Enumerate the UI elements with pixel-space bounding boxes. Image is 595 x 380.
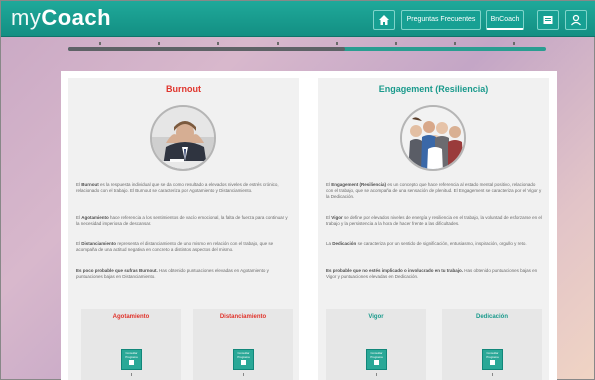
- distanciamiento-program-button[interactable]: Consultar Programa: [233, 349, 254, 370]
- stressed-worker-photo: [150, 105, 216, 171]
- program-icon: [374, 360, 379, 365]
- burnout-title: Burnout: [166, 84, 201, 94]
- program-button-label: Consultar Programa: [125, 351, 138, 359]
- brand-part2: Coach: [41, 5, 112, 30]
- burnout-tab[interactable]: BnCoach: [486, 10, 524, 30]
- dedicacion-paragraph: La Dedicación se caracteriza por un sent…: [326, 241, 527, 246]
- progress-bar: [68, 47, 546, 51]
- brand-part1: my: [11, 5, 42, 30]
- card-divider: [131, 373, 132, 376]
- progress-tick: [454, 42, 456, 45]
- card-divider: [376, 373, 377, 376]
- progress-tick: [99, 42, 101, 45]
- vigor-program-button[interactable]: Consultar Programa: [366, 349, 387, 370]
- progress-tick: [217, 42, 219, 45]
- engagement-result: Es probable que no estés implicado o inv…: [326, 268, 538, 279]
- user-icon: [571, 14, 581, 26]
- dedicacion-card-title: Dedicación: [475, 314, 508, 320]
- vigor-paragraph: El Vigor se define por elevados niveles …: [326, 215, 542, 226]
- dedicacion-program-button[interactable]: Consultar Programa: [482, 349, 503, 370]
- distanciamiento-card-title: Distanciamiento: [219, 314, 267, 320]
- engagement-column: Engagement (Resiliencia) El Engagement (…: [318, 78, 549, 380]
- progress-tick: [513, 42, 515, 45]
- program-icon: [129, 360, 134, 365]
- app-logo[interactable]: myCoach: [11, 5, 111, 31]
- inbox-icon: [543, 16, 553, 24]
- agotamiento-program-button[interactable]: Consultar Programa: [121, 349, 142, 370]
- progress-tick: [158, 42, 160, 45]
- program-button-label: Consultar Programa: [370, 351, 383, 359]
- distanciamiento-paragraph: El Distanciamiento representa el distanc…: [76, 241, 274, 252]
- progress-fill: [68, 47, 346, 51]
- card-divider: [492, 373, 493, 376]
- burnout-result: Es poco probable que sufras Burnout. Has…: [76, 268, 269, 279]
- agotamiento-card-title: Agotamiento: [112, 314, 150, 320]
- vigor-card: Vigor Consultar Programa: [326, 309, 426, 380]
- program-icon: [490, 360, 495, 365]
- home-icon: [379, 15, 389, 25]
- vigor-card-title: Vigor: [368, 314, 384, 320]
- results-panel: Burnout El Burnout es la respuesta indiv…: [61, 71, 557, 380]
- distanciamiento-card: Distanciamiento Consultar Programa: [193, 309, 293, 380]
- user-button[interactable]: [565, 10, 587, 30]
- progress-tick: [395, 42, 397, 45]
- faq-button[interactable]: Preguntas Frecuentes: [401, 10, 481, 30]
- engagement-intro: El Engagement (Resiliencia) es un concep…: [326, 182, 542, 199]
- team-photo: [400, 105, 466, 171]
- dedicacion-card: Dedicación Consultar Programa: [442, 309, 542, 380]
- card-divider: [243, 373, 244, 376]
- progress-tick: [277, 42, 279, 45]
- program-button-label: Consultar Programa: [237, 351, 250, 359]
- burnout-intro: El Burnout es la respuesta individual qu…: [76, 182, 279, 193]
- engagement-title: Engagement (Resiliencia): [378, 84, 489, 94]
- top-navbar: myCoach Preguntas Frecuentes BnCoach: [1, 1, 595, 37]
- program-icon: [241, 360, 246, 365]
- progress-tick: [336, 42, 338, 45]
- home-button[interactable]: [373, 10, 395, 30]
- burnout-column: Burnout El Burnout es la respuesta indiv…: [68, 78, 299, 380]
- program-button-label: Consultar Programa: [486, 351, 499, 359]
- agotamiento-card: Agotamiento Consultar Programa: [81, 309, 181, 380]
- agotamiento-paragraph: El Agotamiento hace referencia a los sen…: [76, 215, 288, 226]
- document-button[interactable]: [537, 10, 559, 30]
